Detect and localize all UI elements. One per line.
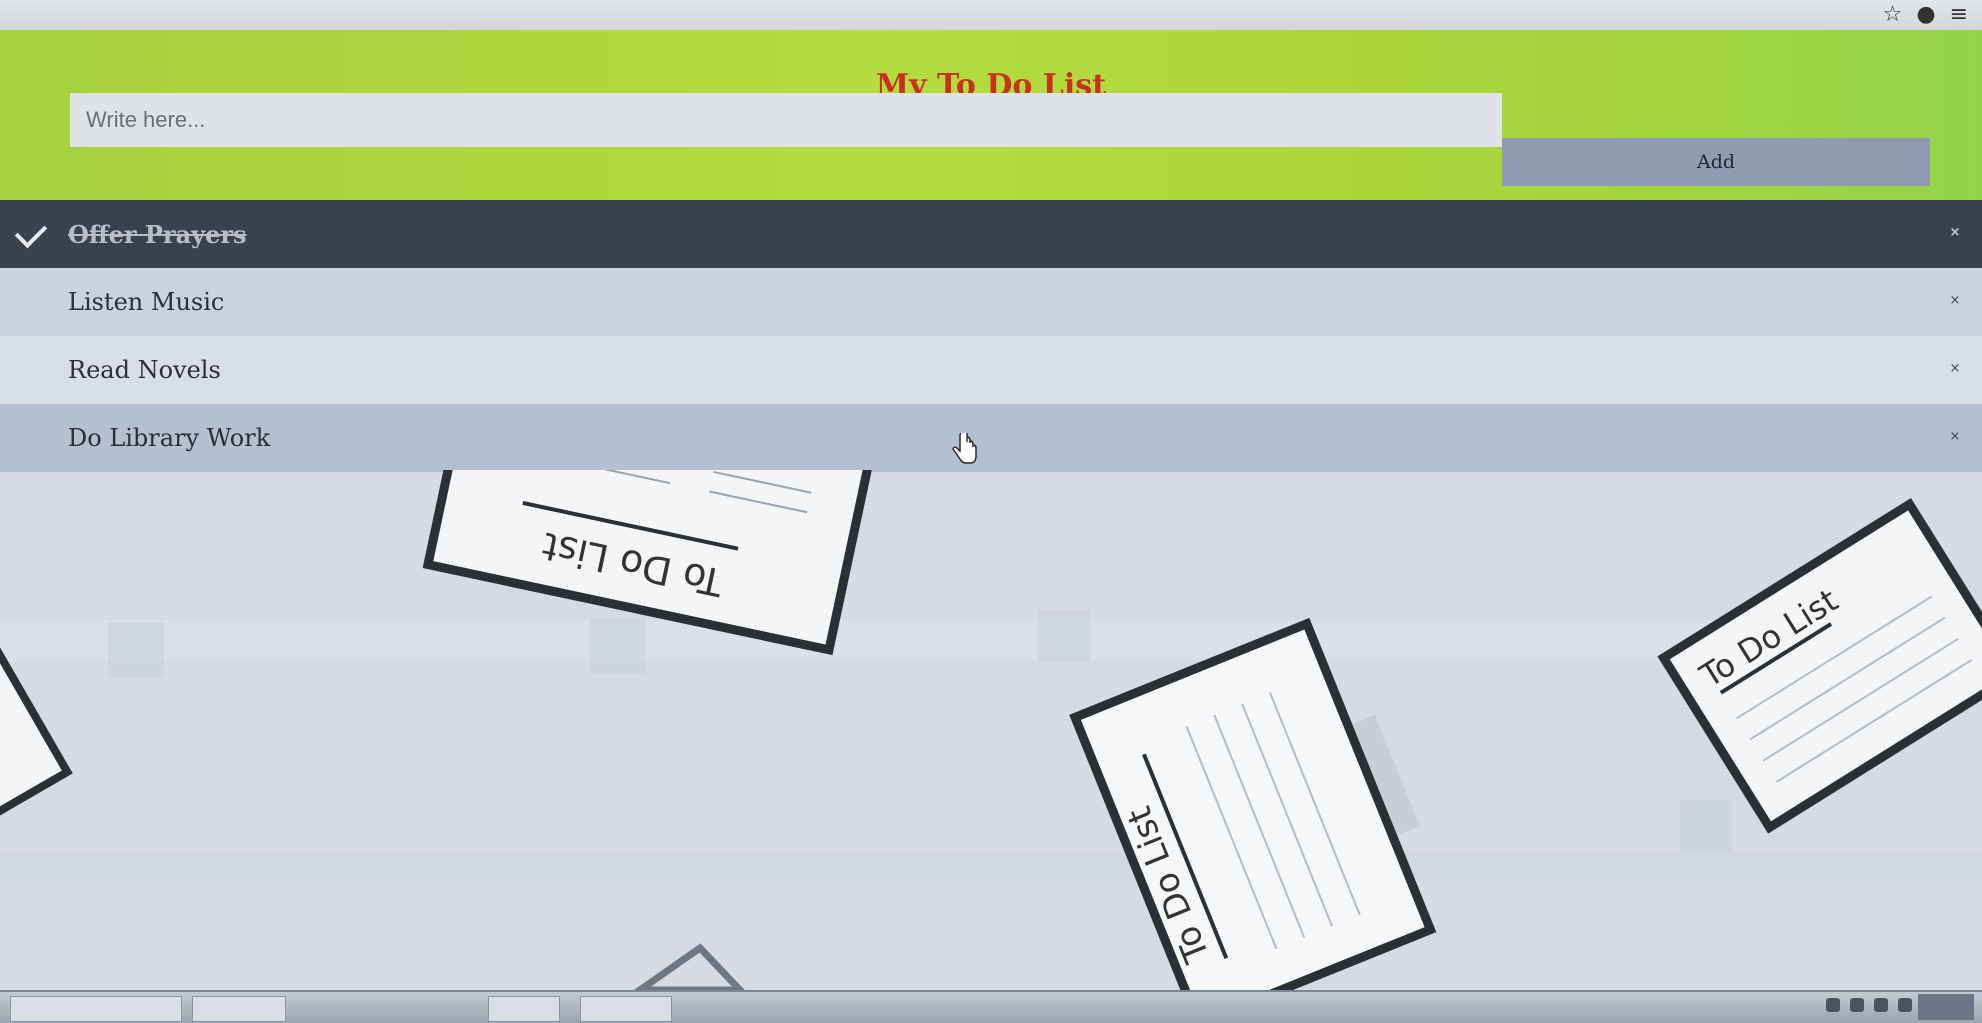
list-item[interactable]: Offer Prayers × <box>0 200 1982 268</box>
system-tray <box>1826 998 1912 1012</box>
extension-icon[interactable]: ● <box>1916 4 1935 26</box>
tray-icon[interactable] <box>1874 998 1888 1012</box>
browser-icons: ☆ ● ≡ <box>1883 4 1968 26</box>
checkmark-icon <box>14 215 48 249</box>
todo-list: Offer Prayers × Listen Music × Read Nove… <box>0 200 1982 472</box>
taskbar <box>0 990 1982 1023</box>
browser-toolbar: ☆ ● ≡ <box>0 0 1982 32</box>
menu-icon[interactable]: ≡ <box>1950 4 1968 26</box>
close-icon[interactable]: × <box>1946 360 1964 378</box>
tray-icon[interactable] <box>1898 998 1912 1012</box>
list-item[interactable]: Do Library Work × <box>0 404 1982 472</box>
taskbar-button[interactable] <box>10 996 182 1022</box>
todo-text: Read Novels <box>68 356 221 384</box>
list-item[interactable]: Read Novels × <box>0 336 1982 404</box>
close-icon[interactable]: × <box>1946 292 1964 310</box>
todo-text: Offer Prayers <box>68 219 247 249</box>
tray-icon[interactable] <box>1850 998 1864 1012</box>
add-button[interactable]: Add <box>1502 138 1930 186</box>
list-item[interactable]: Listen Music × <box>0 268 1982 336</box>
todo-input[interactable] <box>70 93 1502 147</box>
taskbar-button[interactable] <box>192 996 286 1022</box>
app-header: My To Do List Add <box>0 30 1982 228</box>
todo-text: Do Library Work <box>68 424 271 452</box>
hand-cursor-icon <box>952 433 977 464</box>
close-icon[interactable]: × <box>1946 224 1964 242</box>
taskbar-button[interactable] <box>580 996 672 1022</box>
close-icon[interactable]: × <box>1946 428 1964 446</box>
clock[interactable] <box>1918 994 1974 1020</box>
background-illustration: To Do List To Do List To Do List <box>0 470 1982 990</box>
star-icon[interactable]: ☆ <box>1883 4 1903 26</box>
todo-text: Listen Music <box>68 288 225 316</box>
taskbar-button[interactable] <box>488 996 560 1022</box>
tray-icon[interactable] <box>1826 998 1840 1012</box>
